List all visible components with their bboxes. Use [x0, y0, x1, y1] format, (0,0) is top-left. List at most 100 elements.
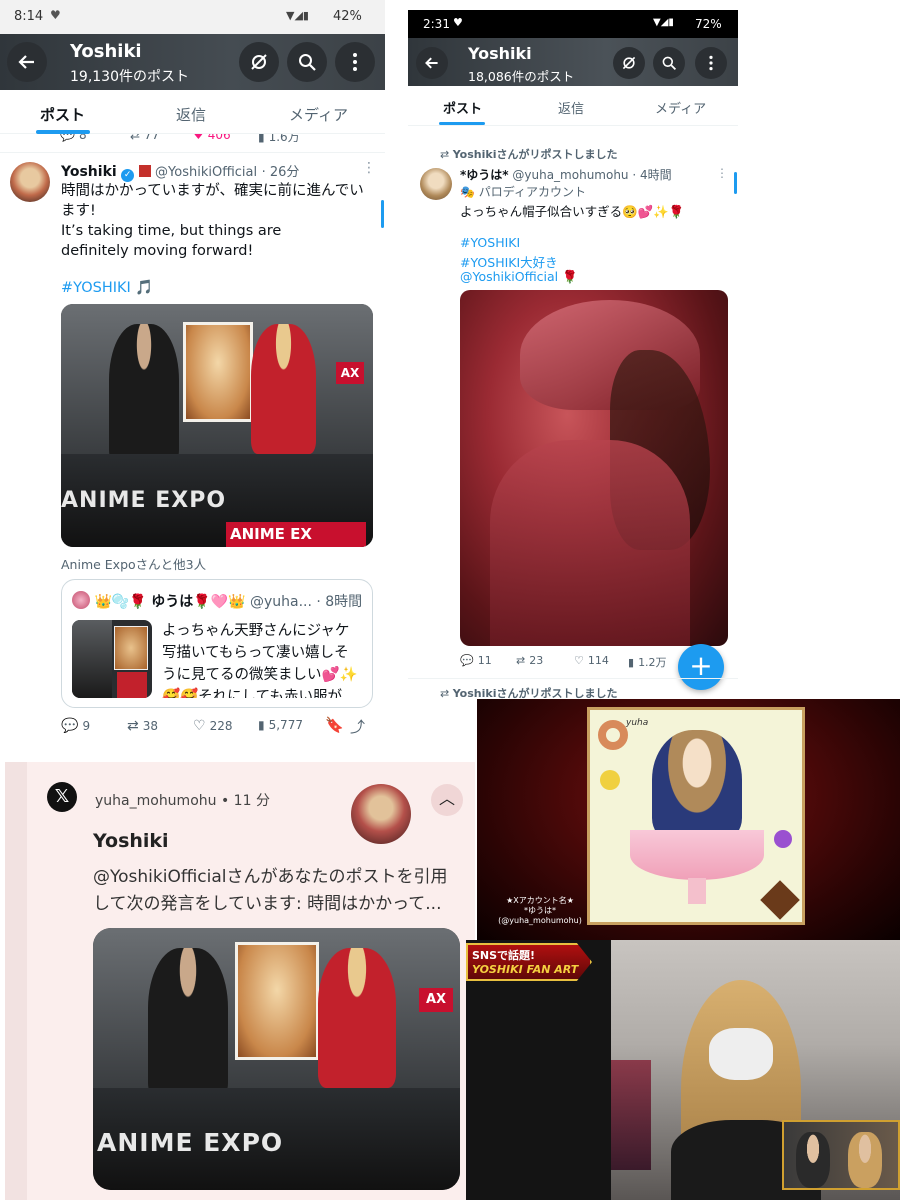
bookmark-icon[interactable]: 🔖 [325, 716, 344, 734]
caption-name: *ゆうは* [524, 906, 556, 915]
more-button[interactable] [335, 42, 375, 82]
prev-tweet-stats: 💬 8 ⇄ 77 ♥ 406 ▮ 1.6万 [0, 134, 385, 148]
parody-label: 🎭 パロディアカウント [460, 185, 586, 199]
notif-handle: yuha_mohumohu [95, 793, 217, 809]
tweet-tag-1[interactable]: #YOSHIKI [460, 235, 520, 250]
notif-photo: AX ANIME EXPO [93, 928, 460, 1190]
tweet-photo[interactable] [460, 290, 728, 646]
views-icon[interactable]: ▮ [258, 134, 265, 144]
view-count: 5,777 [268, 718, 303, 732]
tweet-tag-3[interactable]: @YoshikiOfficial 🌹 [460, 269, 578, 285]
grok-button[interactable] [239, 42, 279, 82]
author-handle[interactable]: @YoshikiOfficial [155, 165, 257, 180]
tv-videocall-screenshot: SNSで話題! YOSHIKI FAN ART [466, 940, 900, 1200]
compose-fab[interactable]: + [678, 644, 724, 690]
tab-media[interactable]: メディア [289, 104, 348, 125]
avatar[interactable] [420, 168, 452, 200]
tweet-text: よっちゃん帽子似合いすぎる🥺💕✨🌹 [460, 204, 685, 219]
quote-text: よっちゃん天野さんにジャケ写描いてもらって凄い嬉しそうに見てるの微笑ましい💕✨🥰… [162, 623, 358, 698]
account-caption: ★Xアカウント名★ *ゆうは* (@yuha_mohumohu) [485, 896, 595, 926]
left-phone-screenshot: 8:14 ♥ ▼◢▮ 42% Yoshiki 19,130件のポスト ポスト 返… [0, 0, 385, 745]
tweet-text-en: It’s taking time, but things are definit… [61, 223, 282, 259]
like-filled-icon[interactable]: ♥ [193, 134, 204, 142]
notification-screenshot: 𝕏 yuha_mohumohu • 11 分 ︿ Yoshiki @Yoshik… [5, 762, 475, 1200]
tweet-photo[interactable]: AX ANIME EXPO ANIME EX [61, 304, 373, 547]
heart-icon: ♥ [453, 16, 463, 29]
author-name[interactable]: *ゆうは* [460, 168, 509, 182]
status-time: 8:14 [14, 9, 44, 24]
grok-button[interactable] [613, 47, 645, 79]
parfait-glass [630, 830, 764, 880]
tab-media[interactable]: メディア [655, 98, 706, 117]
prev-like-count: 406 [207, 134, 231, 142]
quote-time: · 8時間 [316, 594, 363, 610]
author-name[interactable]: Yoshiki [61, 164, 117, 180]
reply-count: 9 [82, 719, 91, 733]
tagged-users[interactable]: Anime Expoさんと他3人 [61, 554, 206, 573]
views-icon[interactable]: ▮ [258, 718, 265, 732]
repost-context-2: ⇄ Yoshikiさんがリポストしました [440, 687, 618, 700]
caption-label: ★Xアカウント名★ [506, 896, 574, 905]
like-icon[interactable]: ♡ [193, 718, 206, 734]
tweet-header: Yoshiki ✓ @YoshikiOfficial · 26分 [61, 161, 361, 182]
header-title: Yoshiki [70, 41, 142, 62]
share-icon[interactable]: ⤴ [350, 716, 365, 737]
search-icon [662, 56, 677, 71]
expand-button[interactable]: ︿ [431, 784, 463, 816]
repost-icon[interactable]: ⇄ [127, 718, 139, 734]
reply-icon[interactable]: 💬 [460, 654, 474, 667]
status-battery: 72% [695, 17, 722, 31]
grok-icon [622, 56, 636, 70]
divider [0, 152, 385, 153]
search-icon [299, 54, 316, 71]
reply-count: 11 [477, 654, 492, 667]
fanart-frame: yuha [587, 707, 805, 925]
view-count: 1.2万 [638, 656, 667, 669]
art-signature: yuha [626, 718, 649, 728]
tab-posts[interactable]: ポスト [443, 98, 482, 117]
tweet-more-icon[interactable]: ⋮ [716, 166, 728, 180]
tab-replies[interactable]: 返信 [558, 98, 584, 117]
expo-table-banner: ANIME EXPO ANIME EX [61, 454, 373, 547]
tweet-time: · 26分 [261, 165, 300, 180]
avatar[interactable] [10, 162, 50, 202]
repost-count: 38 [142, 719, 159, 733]
wifi-signal-battery-icon: ▼◢▮ [653, 17, 674, 28]
notif-avatar [351, 784, 411, 844]
repost-icon[interactable]: ⇄ [516, 654, 525, 667]
more-button[interactable] [695, 47, 727, 79]
more-vertical-icon [353, 53, 357, 71]
search-button[interactable] [653, 47, 685, 79]
back-arrow-icon [425, 57, 438, 69]
repost-icon[interactable]: ⇄ [130, 134, 140, 142]
back-arrow-icon [18, 55, 34, 69]
tweet-hashtag[interactable]: #YOSHIKI 🎵 [61, 279, 153, 296]
status-bar: 8:14 ♥ ▼◢▮ 42% [0, 0, 385, 34]
back-button[interactable] [7, 42, 47, 82]
ax-logo: AX [336, 362, 364, 384]
reply-icon[interactable]: 💬 [61, 718, 78, 734]
author-handle[interactable]: @yuha_mohumohu [512, 168, 628, 182]
tweet-header: *ゆうは* @yuha_mohumohu · 4時間 [460, 166, 720, 183]
more-vertical-icon [709, 55, 713, 71]
quote-card[interactable]: 👑🫧🌹 ゆうは🌹🩷👑 @yuha... · 8時間 よっちゃん天野さんにジャケ写… [61, 579, 373, 708]
status-bar: 2:31 ♥ ▼◢▮ 72% [408, 10, 738, 38]
parody-mask-icon: 🎭 [460, 185, 475, 199]
tab-posts[interactable]: ポスト [40, 104, 85, 125]
views-icon[interactable]: ▮ [628, 656, 634, 669]
header-title: Yoshiki [468, 44, 532, 63]
face-mask [709, 1028, 773, 1080]
profile-header: Yoshiki 19,130件のポスト [0, 34, 385, 90]
candy-decoration [774, 830, 792, 848]
tab-replies[interactable]: 返信 [176, 104, 206, 125]
search-button[interactable] [287, 42, 327, 82]
notif-title: Yoshiki [93, 830, 169, 852]
back-button[interactable] [416, 47, 448, 79]
quote-handle: @yuha... [249, 594, 312, 610]
like-count: 114 [587, 654, 609, 667]
quote-author-name: ゆうは🌹🩷👑 [151, 594, 246, 610]
prev-view-count: 1.6万 [268, 134, 300, 144]
reply-icon[interactable]: 💬 [60, 134, 75, 142]
tweet-more-icon[interactable]: ⋮ [362, 160, 376, 176]
like-icon[interactable]: ♡ [574, 654, 584, 667]
